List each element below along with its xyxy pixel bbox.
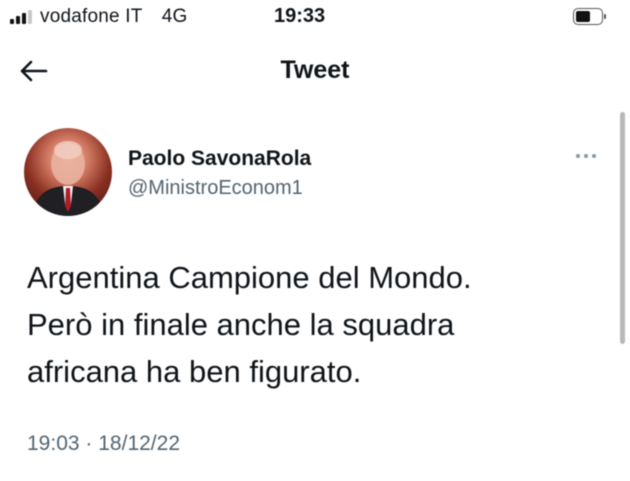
tweet-text: Argentina Campione del Mondo. Però in fi… [27,254,587,395]
author-handle[interactable]: @MinistroEconom1 [128,177,303,200]
tweet-text-line: africana ha ben figurato. [27,354,362,389]
avatar-image [32,141,104,216]
signal-strength-icon [10,10,34,24]
carrier-label: vodafone IT 4G [40,6,187,28]
carrier-name: vodafone IT [40,6,143,27]
tweet-text-line: Però in finale anche la squadra [27,307,455,342]
header: Tweet [0,36,630,106]
more-horizontal-icon[interactable] [570,146,602,166]
page-title: Tweet [280,56,350,84]
tweet-screen: vodafone IT 4G 19:33 Tweet Paolo SavonaR… [0,0,630,481]
author-name[interactable]: Paolo SavonaRola [128,147,311,171]
scrollbar[interactable] [620,112,625,344]
status-time: 19:33 [274,5,326,27]
battery-icon [573,8,607,25]
tweet-timestamp[interactable]: 19:03 · 18/12/22 [27,432,180,456]
network-type: 4G [161,6,188,27]
tweet-date: 18/12/22 [98,432,180,455]
meta-separator: · [85,432,93,455]
avatar[interactable] [24,128,112,216]
status-bar: vodafone IT 4G 19:33 [0,0,630,36]
tweet-time: 19:03 [27,432,80,455]
tweet-text-line: Argentina Campione del Mondo. [27,260,472,295]
